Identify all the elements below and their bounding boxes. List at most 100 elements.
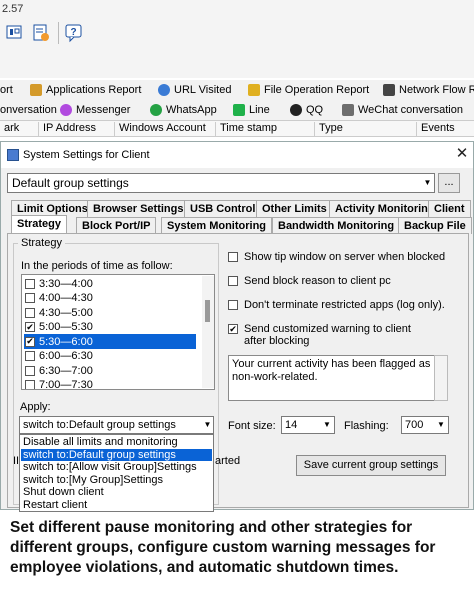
column-header[interactable]: Type	[314, 122, 343, 136]
tab-usb-control[interactable]: USB Control	[184, 200, 262, 217]
dialog-title: System Settings for Client	[23, 149, 150, 161]
bg-tab-whatsapp[interactable]: WhatsApp	[150, 102, 217, 118]
list-scrollbar[interactable]	[202, 276, 214, 388]
device-icon[interactable]	[4, 22, 26, 44]
dropdown-option[interactable]: Shut down client	[21, 486, 212, 499]
flashing-select[interactable]: 700 ▼	[401, 416, 449, 434]
tab-strategy[interactable]: Strategy	[11, 215, 68, 234]
option-send-block-reason[interactable]: Send block reason to client pc	[228, 275, 466, 287]
column-header[interactable]: ark	[0, 122, 19, 136]
font-size-label: Font size:	[228, 420, 276, 432]
periods-label: In the periods of time as follow:	[21, 260, 173, 272]
network-icon	[383, 84, 395, 96]
checkbox[interactable]	[25, 278, 35, 289]
tab-bandwidth-monitoring[interactable]: Bandwidth Monitoring	[272, 217, 401, 234]
list-item[interactable]: 7:00—7:30	[24, 378, 196, 389]
line-icon	[233, 104, 245, 116]
bg-tab-applications-report[interactable]: Applications Report	[30, 82, 141, 98]
option-send-customized-warning[interactable]: ✔ Send customized warning to client after…	[228, 323, 433, 347]
window-icon	[7, 149, 19, 161]
message-scrollbar[interactable]	[434, 355, 448, 401]
column-header[interactable]: Windows Account	[114, 122, 206, 136]
scroll-thumb[interactable]	[205, 300, 210, 322]
group-select[interactable]: Default group settings	[7, 173, 435, 193]
option-dont-terminate[interactable]: Don't terminate restricted apps (log onl…	[228, 299, 466, 311]
globe-icon	[158, 84, 170, 96]
report-icon[interactable]	[30, 22, 52, 44]
list-item[interactable]: ✔ 5:00—5:30	[24, 320, 196, 335]
list-item[interactable]: 6:00—6:30	[24, 349, 196, 364]
dropdown-option[interactable]: Restart client	[21, 499, 212, 512]
file-icon	[248, 84, 260, 96]
close-button[interactable]: ✕	[453, 145, 471, 163]
apply-select[interactable]: switch to:Default group settings	[19, 416, 214, 434]
strategy-legend: Strategy	[18, 237, 65, 249]
dropdown-option[interactable]: switch to:[My Group]Settings	[21, 474, 212, 487]
list-item[interactable]: 4:00—4:30	[24, 291, 196, 306]
periods-list[interactable]: 3:30—4:00 4:00—4:30 4:30—5:00 ✔ 5:00—5:30…	[21, 274, 215, 390]
bg-tab-wechat[interactable]: WeChat conversation	[342, 102, 463, 118]
font-size-select[interactable]: 14 ▼	[281, 416, 335, 434]
bg-tab-report[interactable]: ort	[0, 82, 13, 98]
checkbox[interactable]	[25, 380, 35, 389]
bg-tab-qq[interactable]: QQ	[290, 102, 323, 118]
whatsapp-icon	[150, 104, 162, 116]
chevron-down-icon[interactable]: ▼	[436, 419, 446, 431]
bg-tab-line[interactable]: Line	[233, 102, 270, 118]
bg-tab-network-flow[interactable]: Network Flow R	[383, 82, 474, 98]
dropdown-option[interactable]: Disable all limits and monitoring	[21, 436, 212, 449]
dropdown-option[interactable]: switch to:Default group settings	[21, 448, 212, 462]
checkbox[interactable]: ✔	[25, 322, 35, 332]
tab-other-limits[interactable]: Other Limits	[256, 200, 333, 217]
version-label: 2.57	[2, 3, 24, 15]
bg-tab-conversation[interactable]: onversation	[0, 102, 57, 118]
background-tabs-row2: onversation Messenger WhatsApp Line QQ W…	[0, 100, 474, 120]
bg-tab-messenger[interactable]: Messenger	[60, 102, 130, 118]
dropdown-option[interactable]: switch to:[Allow visit Group]Settings	[21, 461, 212, 474]
checkbox[interactable]	[25, 293, 35, 303]
messenger-icon	[60, 104, 72, 116]
caption-text: Set different pause monitoring and other…	[10, 519, 436, 576]
wechat-icon	[342, 104, 354, 116]
background-tabs-row1: ort Applications Report URL Visited File…	[0, 80, 474, 100]
checkbox[interactable]	[25, 365, 35, 376]
list-item[interactable]: 4:30—5:00	[24, 305, 196, 320]
option-show-tip[interactable]: Show tip window on server when blocked	[228, 251, 466, 263]
checkbox[interactable]	[228, 276, 238, 286]
browse-button[interactable]: ...	[438, 173, 460, 193]
tab-activity-monitoring[interactable]: Activity Monitoring	[329, 200, 441, 217]
warning-message-textarea[interactable]: Your current activity has been flagged a…	[228, 355, 436, 401]
save-group-settings-button[interactable]: Save current group settings	[296, 455, 446, 476]
toolbar-separator	[58, 22, 59, 44]
help-icon[interactable]: ?	[63, 22, 85, 44]
list-item[interactable]: 6:30—7:00	[24, 363, 196, 378]
checkbox[interactable]	[228, 252, 238, 262]
chevron-down-icon[interactable]: ▼	[322, 419, 332, 431]
list-item[interactable]: ✔ 5:30—6:00	[24, 334, 196, 349]
checkbox[interactable]: ✔	[228, 324, 238, 334]
tab-block-port-ip[interactable]: Block Port/IP	[76, 217, 157, 234]
tab-browser-settings[interactable]: Browser Settings	[87, 200, 190, 217]
checkbox[interactable]	[25, 351, 35, 361]
column-header[interactable]: Time stamp	[215, 122, 277, 136]
column-header[interactable]: Events	[416, 122, 455, 136]
chevron-down-icon[interactable]: ▼	[421, 175, 434, 191]
background-table-header: ark IP Address Windows Account Time stam…	[0, 120, 474, 137]
flashing-label: Flashing:	[344, 420, 389, 432]
partial-label: arted	[215, 455, 241, 467]
bg-tab-file-operation-report[interactable]: File Operation Report	[248, 82, 369, 98]
report-icon	[30, 84, 42, 96]
chevron-down-icon[interactable]: ▼	[202, 418, 213, 432]
column-header[interactable]: IP Address	[38, 122, 96, 136]
tab-system-monitoring[interactable]: System Monitoring	[161, 217, 273, 234]
checkbox[interactable]	[25, 307, 35, 318]
apply-dropdown-list[interactable]: Disable all limits and monitoring switch…	[19, 434, 214, 512]
list-item[interactable]: 3:30—4:00	[24, 276, 196, 291]
tab-backup-file[interactable]: Backup File	[398, 217, 472, 234]
checkbox[interactable]: ✔	[25, 336, 35, 347]
checkbox[interactable]	[228, 300, 238, 310]
dialog-title-bar: System Settings for Client ✕	[1, 142, 473, 168]
bg-tab-url-visited[interactable]: URL Visited	[158, 82, 231, 98]
tab-client[interactable]: Client	[428, 200, 471, 217]
apply-label: Apply:	[20, 401, 51, 413]
